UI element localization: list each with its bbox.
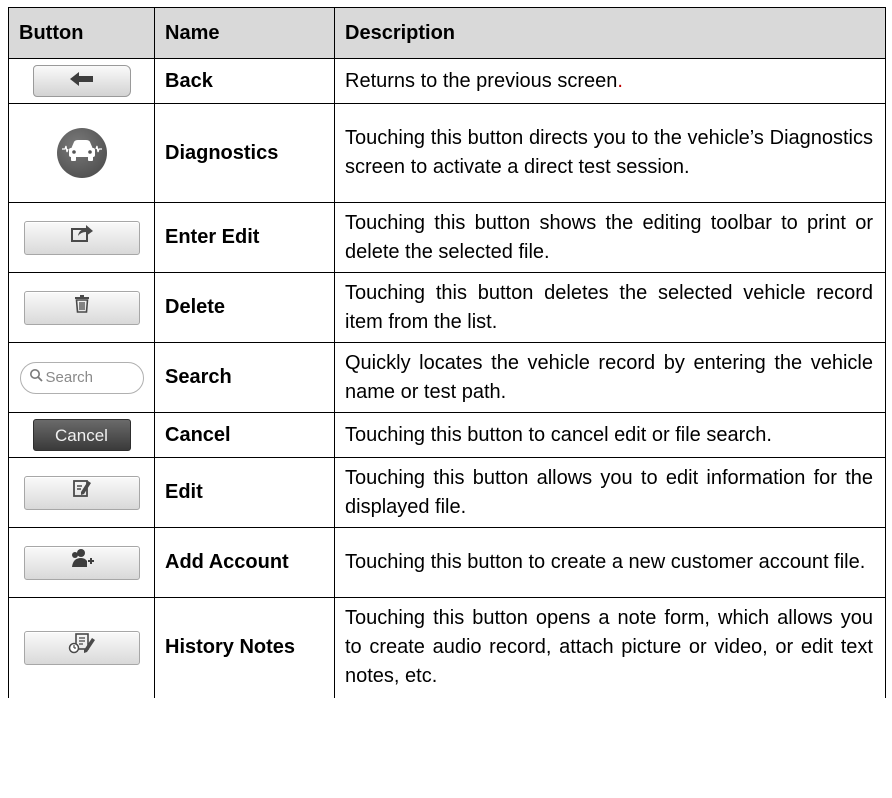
table-row: Diagnostics Touching this button directs… — [8, 103, 886, 203]
table-row: Delete Touching this button deletes the … — [8, 272, 886, 343]
table-row: Edit Touching this button allows you to … — [8, 457, 886, 528]
button-cell — [8, 58, 155, 104]
row-name: History Notes — [154, 597, 335, 698]
button-cell — [8, 103, 155, 203]
add-account-icon — [69, 548, 95, 577]
trash-icon — [74, 293, 90, 322]
row-description: Quickly locates the vehicle record by en… — [334, 342, 886, 413]
table-row: Cancel Cancel Touching this button to ca… — [8, 412, 886, 458]
cancel-button[interactable]: Cancel — [32, 419, 131, 451]
button-cell — [8, 527, 155, 598]
header-name: Name — [154, 7, 335, 59]
search-icon — [29, 363, 43, 392]
back-arrow-icon — [68, 67, 96, 96]
table-header-row: Button Name Description — [8, 7, 886, 59]
row-description: Touching this button to create a new cus… — [334, 527, 886, 598]
row-name: Search — [154, 342, 335, 413]
history-notes-icon — [68, 632, 96, 663]
table-row: Search Search Quickly locates the vehicl… — [8, 342, 886, 413]
diagnostics-button[interactable] — [56, 128, 107, 178]
row-description: Touching this button allows you to edit … — [334, 457, 886, 528]
row-name: Back — [154, 58, 335, 104]
car-diagnostics-icon — [61, 134, 102, 173]
button-cell: Search — [8, 342, 155, 413]
row-name: Diagnostics — [154, 103, 335, 203]
table-row: Add Account Touching this button to crea… — [8, 527, 886, 598]
table-row: Enter Edit Touching this button shows th… — [8, 202, 886, 273]
row-description: Touching this button opens a note form, … — [334, 597, 886, 698]
delete-button[interactable] — [23, 290, 140, 325]
row-name: Delete — [154, 272, 335, 343]
table-row: History Notes Touching this button opens… — [8, 597, 886, 698]
header-button: Button — [8, 7, 155, 59]
button-reference-table: Button Name Description Back Returns to … — [8, 7, 886, 698]
row-description: Touching this button to cancel edit or f… — [334, 412, 886, 458]
row-description: Touching this button shows the editing t… — [334, 202, 886, 273]
row-description: Touching this button directs you to the … — [334, 103, 886, 203]
row-description: Returns to the previous screen. — [334, 58, 886, 104]
row-name: Enter Edit — [154, 202, 335, 273]
row-description: Touching this button deletes the selecte… — [334, 272, 886, 343]
search-placeholder: Search — [45, 369, 94, 386]
button-cell — [8, 272, 155, 343]
edit-button[interactable] — [23, 475, 140, 510]
row-name: Edit — [154, 457, 335, 528]
history-notes-button[interactable] — [23, 630, 140, 665]
button-cell — [8, 597, 155, 698]
back-button[interactable] — [32, 65, 131, 97]
table-row: Back Returns to the previous screen. — [8, 58, 886, 104]
edit-note-icon — [72, 478, 92, 507]
row-name: Cancel — [154, 412, 335, 458]
button-cell — [8, 202, 155, 273]
add-account-button[interactable] — [23, 545, 140, 580]
share-edit-icon — [70, 223, 94, 252]
button-cell: Cancel — [8, 412, 155, 458]
button-cell — [8, 457, 155, 528]
enter-edit-button[interactable] — [23, 220, 140, 255]
search-input[interactable]: Search — [19, 361, 144, 394]
header-description: Description — [334, 7, 886, 59]
row-name: Add Account — [154, 527, 335, 598]
